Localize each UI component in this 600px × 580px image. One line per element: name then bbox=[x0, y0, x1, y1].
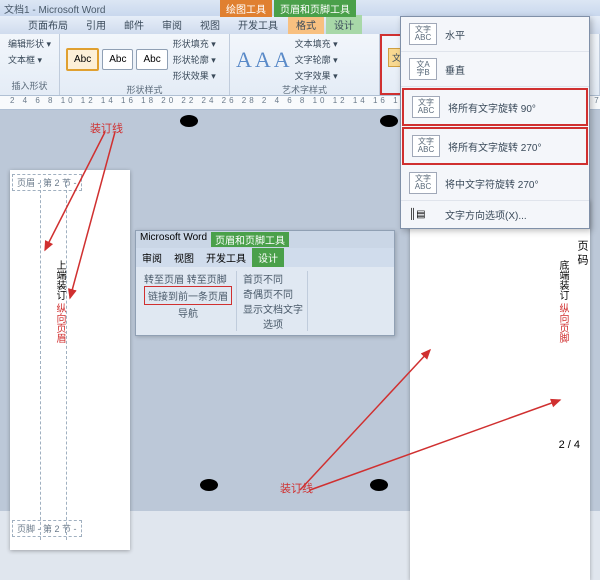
tab-developer[interactable]: 开发工具 bbox=[230, 15, 286, 34]
tab-pagelayout[interactable]: 页面布局 bbox=[20, 15, 76, 34]
tab-references[interactable]: 引用 bbox=[78, 15, 114, 34]
inset-opt-label: 选项 bbox=[243, 316, 303, 331]
selection-handle[interactable] bbox=[180, 115, 198, 127]
margin-guide bbox=[66, 180, 67, 540]
options-icon: ║▤ bbox=[409, 209, 437, 220]
anno-bottom-binding: 底端装订 纵向页脚 bbox=[555, 260, 570, 343]
margin-guide bbox=[40, 180, 41, 540]
dd-vertical[interactable]: 文A字B 垂直 bbox=[401, 52, 589, 87]
vertical-icon: 文A字B bbox=[409, 58, 437, 80]
group-shape-styles: Abc Abc Abc 形状填充 ▾ 形状轮廓 ▾ 形状效果 ▾ 形状样式 bbox=[60, 34, 230, 95]
tab-format[interactable]: 格式 bbox=[288, 15, 324, 34]
rotate90-icon: 文字ABC bbox=[412, 96, 440, 118]
dd-options[interactable]: ║▤ 文字方向选项(X)... bbox=[401, 201, 589, 228]
inset-tab-view: 视图 bbox=[168, 248, 200, 267]
inset-goto: 转至页眉 转至页脚 bbox=[144, 271, 232, 286]
shape-outline-button[interactable]: 形状轮廓 ▾ bbox=[171, 52, 218, 67]
inset-odd-even: 奇偶页不同 bbox=[243, 286, 303, 301]
tab-design[interactable]: 设计 bbox=[326, 15, 362, 34]
window-title: 文档1 - Microsoft Word bbox=[4, 1, 106, 16]
horizontal-icon: 文字ABC bbox=[409, 23, 437, 45]
wordart-style-1[interactable]: A bbox=[236, 47, 252, 73]
edit-shape-button[interactable]: 编辑形状 ▾ bbox=[6, 36, 53, 51]
group-wordart-styles: A A A 文本填充 ▾ 文字轮廓 ▾ 文字效果 ▾ 艺术字样式 bbox=[230, 34, 380, 95]
page-left bbox=[10, 170, 130, 550]
header-section-indicator: 页眉 - 第 2 节 - bbox=[12, 174, 82, 191]
group-insert-shapes: 编辑形状 ▾ 文本框 ▾ 插入形状 bbox=[0, 34, 60, 95]
inset-first-diff: 首页不同 bbox=[243, 271, 303, 286]
shape-effects-button[interactable]: 形状效果 ▾ bbox=[171, 68, 218, 83]
page-number: 2 / 4 bbox=[559, 439, 580, 451]
dd-cjk-270[interactable]: 文字ABC 将中文字符旋转 270° bbox=[401, 166, 589, 201]
anno-binding-bottom: 装订线 bbox=[280, 480, 313, 496]
wordart-style-2[interactable]: A bbox=[255, 47, 271, 73]
contextual-tool-tabs: 绘图工具 页眉和页脚工具 bbox=[220, 0, 356, 17]
cjk270-icon: 文字ABC bbox=[409, 172, 437, 194]
rotate270-icon: 文字ABC bbox=[412, 135, 440, 157]
anno-binding-top: 装订线 bbox=[90, 120, 123, 136]
inset-tab-review: 审阅 bbox=[136, 248, 168, 267]
textbox-button[interactable]: 文本框 ▾ bbox=[6, 52, 44, 67]
inset-context: 页眉和页脚工具 bbox=[211, 232, 289, 247]
page-right bbox=[410, 200, 590, 580]
shape-style-2[interactable]: Abc bbox=[102, 49, 133, 70]
shape-style-3[interactable]: Abc bbox=[136, 49, 167, 70]
inset-tab-design: 设计 bbox=[252, 248, 284, 267]
shape-fill-button[interactable]: 形状填充 ▾ bbox=[171, 36, 218, 51]
anno-pageno: 页 码 bbox=[574, 240, 590, 265]
inset-link-prev: 链接到前一条页眉 bbox=[144, 286, 232, 305]
titlebar: 文档1 - Microsoft Word 绘图工具 页眉和页脚工具 bbox=[0, 0, 600, 16]
selection-handle[interactable] bbox=[380, 115, 398, 127]
dd-rotate-270[interactable]: 文字ABC 将所有文字旋转 270° bbox=[402, 127, 588, 165]
inset-screenshot: Microsoft Word 页眉和页脚工具 审阅 视图 开发工具 设计 转至页… bbox=[135, 230, 395, 336]
inset-title: Microsoft Word bbox=[140, 232, 207, 247]
shape-style-1[interactable]: Abc bbox=[66, 48, 99, 71]
text-outline-button[interactable]: 文字轮廓 ▾ bbox=[293, 52, 340, 67]
dd-rotate-90[interactable]: 文字ABC 将所有文字旋转 90° bbox=[402, 88, 588, 126]
footer-section-indicator: 页脚 - 第 2 节 - bbox=[12, 520, 82, 537]
inset-tab-dev: 开发工具 bbox=[200, 248, 252, 267]
text-effects-button[interactable]: 文字效果 ▾ bbox=[293, 68, 340, 83]
group-label: 形状样式 bbox=[66, 83, 223, 97]
text-direction-dropdown: 文字ABC 水平 文A字B 垂直 文字ABC 将所有文字旋转 90° 文字ABC… bbox=[400, 16, 590, 229]
drawing-tools-tab[interactable]: 绘图工具 bbox=[220, 0, 272, 17]
anno-top-binding: 上端装订 纵向页眉 bbox=[52, 260, 67, 343]
tab-mailings[interactable]: 邮件 bbox=[116, 15, 152, 34]
dd-horizontal[interactable]: 文字ABC 水平 bbox=[401, 17, 589, 52]
inset-show-doc: 显示文档文字 bbox=[243, 301, 303, 316]
selection-handle[interactable] bbox=[370, 479, 388, 491]
tab-view[interactable]: 视图 bbox=[192, 15, 228, 34]
text-fill-button[interactable]: 文本填充 ▾ bbox=[293, 36, 340, 51]
inset-nav-label: 导航 bbox=[144, 305, 232, 320]
wordart-style-3[interactable]: A bbox=[274, 47, 290, 73]
selection-handle[interactable] bbox=[200, 479, 218, 491]
group-label: 插入形状 bbox=[6, 79, 53, 93]
group-label: 艺术字样式 bbox=[236, 83, 373, 97]
tab-review[interactable]: 审阅 bbox=[154, 15, 190, 34]
header-footer-tools-tab[interactable]: 页眉和页脚工具 bbox=[274, 0, 356, 17]
